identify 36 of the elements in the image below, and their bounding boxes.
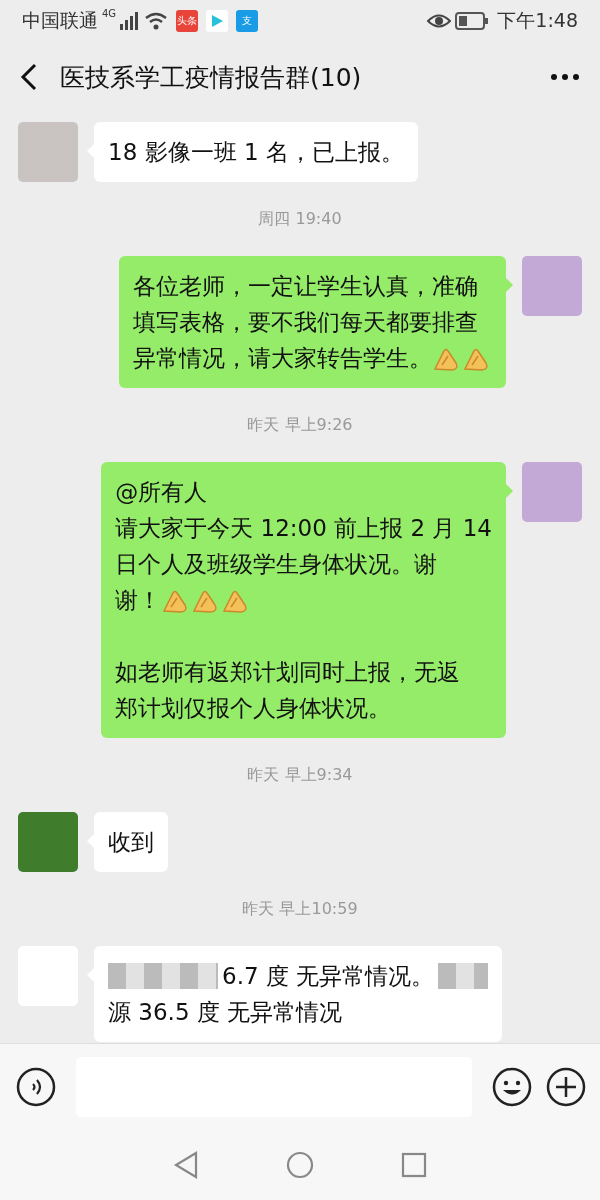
message-text: 18 影像一班 1 名，已上报。 [108,138,404,167]
timestamp: 昨天 早上9:26 [247,415,353,435]
eye-icon [427,13,452,29]
message-text: @所有人 [115,478,208,507]
back-icon[interactable] [20,63,38,91]
signal-icon [120,12,141,30]
battery-icon [455,12,490,30]
message-text: 谢！ [115,586,162,615]
app-icon: 头条 [176,10,199,32]
blurred-text [438,963,489,989]
carrier-name: 中国联通 [22,8,98,33]
back-triangle-icon[interactable] [173,1151,200,1179]
clock-time: 下午1:48 [497,8,578,33]
voice-icon[interactable] [16,1067,56,1107]
message-text: 各位老师，一定让学生认真，准确 [133,272,478,301]
message-text: 源 36.5 度 无异常情况 [108,998,343,1027]
recents-square-icon[interactable] [400,1152,427,1178]
home-circle-icon[interactable] [286,1151,314,1179]
message-text: 填写表格，要不我们每天都要排查 [133,308,478,337]
network-type: 4G [102,8,117,19]
more-icon[interactable] [550,73,580,81]
chat-title: 医技系学工疫情报告群(10) [60,61,363,94]
message-text: 如老师有返郑计划同时上报，无返 [115,658,461,687]
message-text: 郑计划仅报个人身体状况。 [115,694,392,723]
message-text: 异常情况，请大家转告学生。 [133,344,432,373]
message-text: 日个人及班级学生身体状况。谢 [115,550,438,579]
wifi-icon [144,12,169,30]
timestamp: 周四 19:40 [258,209,342,229]
message-text: 请大家于今天 12:00 前上报 2 月 14 [115,514,492,543]
message-text: 6.7 度 无异常情况。 [222,962,435,991]
message-text: 收到 [108,828,154,857]
app-icon: 支 [236,10,259,32]
timestamp: 昨天 早上10:59 [242,899,358,919]
smiley-icon[interactable] [492,1067,532,1107]
plus-icon[interactable] [546,1067,586,1107]
timestamp: 昨天 早上9:34 [247,765,353,785]
